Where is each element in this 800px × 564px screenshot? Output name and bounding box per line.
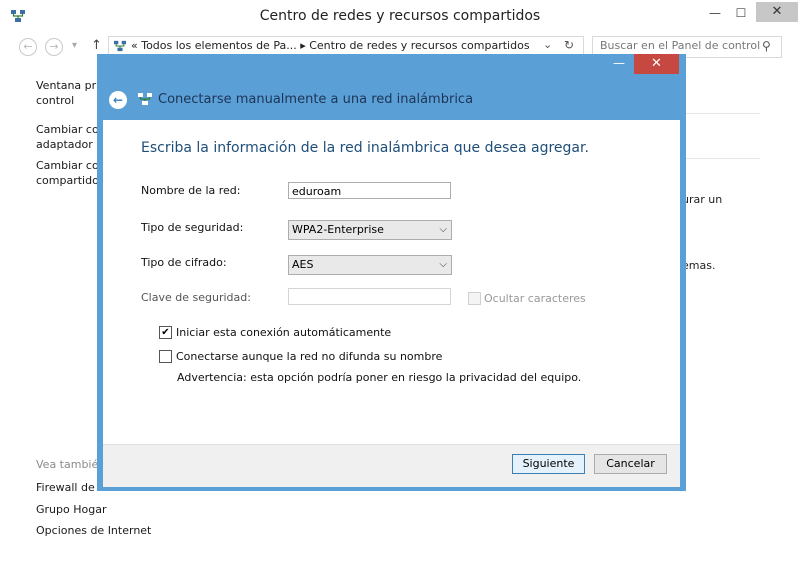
encryption-type-value: AES bbox=[292, 258, 314, 271]
security-key-input[interactable] bbox=[288, 288, 451, 305]
security-type-value: WPA2-Enterprise bbox=[292, 223, 384, 236]
see-also-homegroup-link[interactable]: Grupo Hogar bbox=[36, 502, 106, 517]
dialog-title: Conectarse manualmente a una red inalámb… bbox=[158, 92, 474, 107]
hide-characters-label: Ocultar caracteres bbox=[484, 292, 586, 305]
sidebar-item-label: Cambiar cor bbox=[36, 123, 104, 136]
sidebar-item-change-adapter[interactable]: Cambiar cor adaptador bbox=[36, 122, 103, 152]
address-dropdown-icon[interactable]: ⌄ bbox=[543, 38, 552, 51]
minimize-button[interactable]: — bbox=[702, 4, 728, 22]
next-button[interactable]: Siguiente bbox=[512, 454, 585, 474]
network-name-input[interactable]: eduroam bbox=[288, 182, 451, 199]
encryption-type-select[interactable]: AES ⌵ bbox=[288, 255, 452, 275]
back-button[interactable]: ← bbox=[19, 38, 37, 56]
connect-hidden-label: Conectarse aunque la red no difunda su n… bbox=[176, 350, 443, 363]
network-icon bbox=[114, 40, 126, 52]
sidebar-item-label: Ventana prin bbox=[36, 79, 107, 92]
hide-characters-checkbox[interactable] bbox=[468, 292, 481, 305]
chevron-down-icon: ⌵ bbox=[439, 259, 447, 270]
search-icon[interactable]: ⚲ bbox=[762, 39, 771, 53]
connect-hidden-checkbox[interactable] bbox=[159, 350, 172, 363]
dialog-back-button[interactable]: ← bbox=[109, 91, 127, 109]
sidebar-item-label: adaptador bbox=[36, 138, 93, 151]
dialog-minimize-button[interactable]: — bbox=[606, 54, 632, 72]
sidebar-item-label: control bbox=[36, 94, 75, 107]
sidebar-item-label: Cambiar cor bbox=[36, 159, 104, 172]
see-also-heading: Vea también bbox=[36, 458, 106, 471]
refresh-icon[interactable]: ↻ bbox=[564, 38, 574, 52]
dialog-close-button[interactable]: ✕ bbox=[634, 54, 679, 74]
network-name-label: Nombre de la red: bbox=[141, 184, 241, 197]
background-text-fragment: emas. bbox=[682, 259, 716, 272]
auto-connect-checkbox[interactable]: ✔ bbox=[159, 326, 172, 339]
background-text-fragment: urar un bbox=[682, 193, 723, 206]
window-close-button[interactable]: ✕ bbox=[756, 2, 798, 22]
recent-locations-dropdown[interactable]: ▾ bbox=[72, 40, 77, 51]
sidebar-item-change-sharing[interactable]: Cambiar cor compartido bbox=[36, 158, 103, 188]
sidebar-item-control-panel-home[interactable]: Ventana prin control bbox=[36, 78, 106, 108]
forward-button[interactable]: → bbox=[45, 38, 63, 56]
dialog-body bbox=[103, 120, 680, 444]
divider bbox=[680, 158, 760, 159]
sidebar-item-label: compartido bbox=[36, 174, 99, 187]
security-type-label: Tipo de seguridad: bbox=[141, 221, 244, 234]
dialog-heading: Escriba la información de la red inalámb… bbox=[141, 140, 589, 156]
see-also-internet-options-link[interactable]: Opciones de Internet bbox=[36, 523, 151, 538]
up-button[interactable]: ↑ bbox=[91, 38, 102, 53]
divider bbox=[680, 113, 760, 114]
encryption-type-label: Tipo de cifrado: bbox=[141, 256, 227, 269]
search-input[interactable]: Buscar en el Panel de control bbox=[600, 39, 760, 52]
cancel-button[interactable]: Cancelar bbox=[594, 454, 667, 474]
maximize-button[interactable]: ☐ bbox=[728, 4, 754, 22]
security-type-select[interactable]: WPA2-Enterprise ⌵ bbox=[288, 220, 452, 240]
privacy-warning-text: Advertencia: esta opción podría poner en… bbox=[177, 371, 582, 384]
security-key-label: Clave de seguridad: bbox=[141, 291, 251, 304]
address-path[interactable]: « Todos los elementos de Pa... ▸ Centro … bbox=[131, 39, 530, 52]
network-icon bbox=[138, 93, 152, 105]
window-title: Centro de redes y recursos compartidos bbox=[259, 8, 541, 24]
chevron-down-icon: ⌵ bbox=[439, 224, 447, 235]
auto-connect-label: Iniciar esta conexión automáticamente bbox=[176, 326, 392, 339]
